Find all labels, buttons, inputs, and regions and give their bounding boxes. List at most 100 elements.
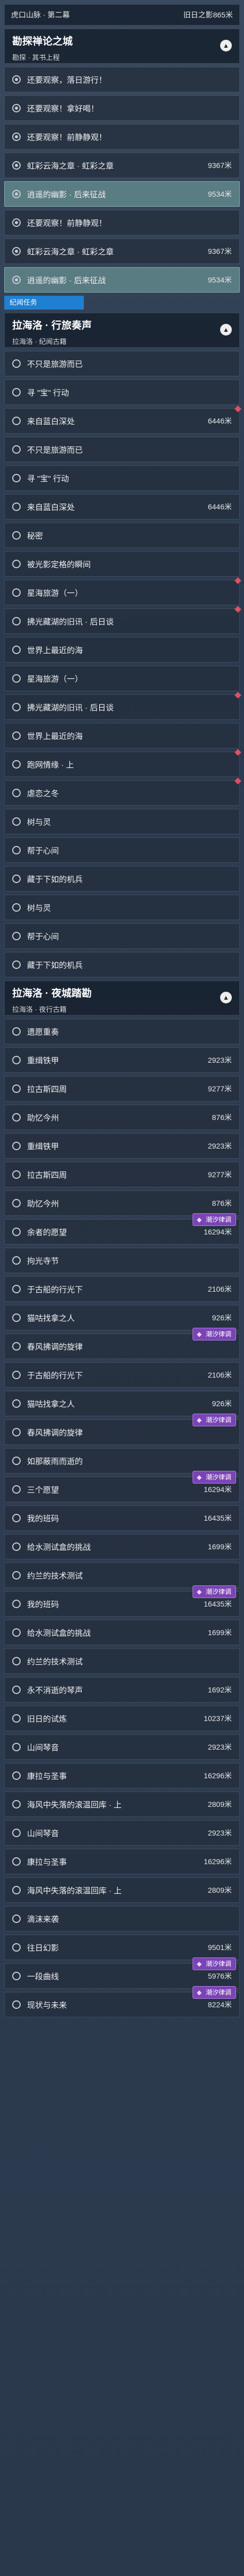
quest-row[interactable]: 于古船的行光下 2106米 [4,1276,240,1302]
quest-row[interactable]: 给水测试盒的挑战 1699米 [4,1620,240,1645]
quest-row[interactable]: 给水测试盒的挑战 1699米 [4,1534,240,1559]
quest-row[interactable]: 世界上最近的海 [4,637,240,663]
quest-name: 给水测试盒的挑战 [27,1628,91,1638]
quest-row[interactable]: 助忆今州 876米 [4,1190,240,1216]
collapse-toggle-icon[interactable]: ▲ [220,992,232,1003]
quest-name: 拘光寺节 [27,1256,59,1266]
quest-status-icon [12,190,21,198]
quest-name: 重缉铁甲 [27,1142,59,1151]
quest-row[interactable]: 拘光寺节 [4,1248,240,1273]
quest-row[interactable]: 约兰的技术测试 [4,1563,240,1588]
quest-row[interactable]: 助忆今州 876米 [4,1105,240,1130]
quest-status-icon [12,932,21,940]
quest-group-header-g2[interactable]: 拉海洛 · 行旅奏声 拉海洛 · 纪闻古籍 ▲ [4,313,240,348]
new-marker-icon [234,749,241,756]
quest-row[interactable]: 山间琴音 2923米 [4,1734,240,1760]
group-title: 拉海洛 · 行旅奏声 [12,320,92,331]
quest-distance: 9501米 [207,1943,232,1952]
quest-row[interactable]: 虐恋之冬 [4,778,241,806]
quest-row[interactable]: 拉古斯四周 9277米 [4,1076,240,1101]
quest-row[interactable]: 被光影定格的瞬间 [4,551,240,577]
quest-row[interactable]: 来自蓝白深处 6446米 [4,405,241,434]
quest-row[interactable]: 山间琴音 2923米 [4,1820,240,1846]
quest-row[interactable]: 往日幻影 9501米 [4,1935,240,1960]
quest-row[interactable]: 帮于心间 [4,923,240,949]
quest-row[interactable]: 虹彩云海之章 · 虹彩之章 9367米 [4,239,240,264]
quest-row[interactable]: 秘密 [4,523,240,548]
quest-row[interactable]: 约兰的技术测试 [4,1648,240,1674]
event-badge: 潮汐律调 [192,1328,236,1340]
quest-row[interactable]: 星海旅游（一） [4,577,241,605]
quest-row[interactable]: 康拉与圣事 16296米 [4,1849,240,1874]
quest-row[interactable]: 不只是旅游而已 [4,351,240,376]
quest-group-header-g1[interactable]: 勘探禅论之城 勘探 · 其书上程 ▲ [4,29,240,64]
quest-row[interactable]: 还要观察！拿好喝！ [4,95,240,121]
quest-row[interactable]: 永不消逝的琴声 1692米 [4,1677,240,1702]
quest-row[interactable]: 世界上最近的海 [4,723,240,748]
quest-status-icon [12,502,21,511]
quest-row[interactable]: 拂光藏湖的旧讯 · 后日谈 [4,606,241,634]
quest-row[interactable]: 春风拂调的旋律 潮汐律调 [4,1414,240,1445]
collapse-toggle-icon[interactable]: ▲ [220,324,232,336]
quest-row[interactable]: 于古船的行光下 2106米 [4,1362,240,1388]
quest-row[interactable]: 我的班码 16435米 潮汐律调 [4,1585,240,1617]
quest-status-icon [12,817,21,826]
quest-name: 不只是旅游而已 [27,359,83,369]
quest-row[interactable]: 一段曲线 5976米 潮汐律调 [4,1957,240,1989]
quest-row[interactable]: 逍遥的幽影 · 后来征战 9534米 [4,267,240,293]
quest-row[interactable]: 藏于下如的机兵 [4,952,240,977]
quest-row[interactable]: 我的班码 16435米 [4,1505,240,1531]
quest-row[interactable]: 遗愿重奏 [4,1019,240,1044]
quest-status-icon [12,1399,21,1408]
quest-row[interactable]: 猫咕找拿之人 926米 [4,1391,240,1416]
quest-row[interactable]: 春风拂调的旋律 潮汐律调 [4,1328,240,1359]
quest-row[interactable]: 三个愿望 16294米潮汐律调 [4,1471,240,1502]
quest-row[interactable]: 树与灵 [4,895,240,920]
quest-row[interactable]: 还要观察！前静静观！ [4,210,240,235]
quest-row[interactable]: 虹彩云海之章 · 虹彩之章 9367米 [4,153,240,178]
quest-row[interactable]: 重缉铁甲 2923米 [4,1047,240,1073]
quest-row[interactable]: 重缉铁甲 2923米 [4,1133,240,1159]
quest-row[interactable]: 旧日的试炼 10237米 [4,1706,240,1731]
quest-status-icon [12,1542,21,1551]
quest-name: 寻 "宝" 行动 [27,388,69,398]
quest-group-header-g3[interactable]: 拉海洛 · 夜城踏勘 拉海洛 · 夜行古籍 ▲ [4,981,240,1016]
region-strip[interactable]: 虎口山脉 · 第二幕 旧日之影 865米 [4,4,240,25]
quest-status-icon [12,960,21,969]
quest-row[interactable]: 跑网情缘 · 上 [4,749,241,777]
quest-row[interactable]: 海风中失落的滚温回库 · 上 2809米 [4,1792,240,1817]
quest-status-icon [12,1829,21,1837]
group-subtitle: 拉海洛 · 纪闻古籍 [12,338,67,346]
collapse-toggle-icon[interactable]: ▲ [220,40,232,51]
quest-row[interactable]: 还要观察！前静静观！ [4,124,240,149]
quest-row[interactable]: 逍遥的幽影 · 后来征战 9534米 [4,181,240,207]
quest-row[interactable]: 海风中失落的滚温回库 · 上 2809米 [4,1877,240,1903]
quest-row[interactable]: 现状与未来 8224米潮汐律调 [4,1986,240,2017]
quest-row[interactable]: 藏于下如的机兵 [4,866,240,892]
event-badge: 潮汐律调 [192,1414,236,1426]
quest-row[interactable]: 康拉与圣事 16296米 [4,1763,240,1788]
quest-row[interactable]: 余者的愿望 16294米 潮汐律调 [4,1213,240,1245]
quest-row[interactable]: 寻 "宝" 行动 [4,465,240,491]
quest-status-icon [12,1228,21,1236]
quest-row[interactable]: 寻 "宝" 行动 [4,380,240,405]
quest-row[interactable]: 如那蔽雨而逝的 [4,1448,240,1474]
quest-row[interactable]: 星海旅游（一） [4,666,240,691]
quest-row[interactable]: 滴沫来袭 [4,1906,240,1931]
group-title: 拉海洛 · 夜城踏勘 [12,988,92,999]
quest-row[interactable]: 还要观察，落日游行！ [4,67,240,92]
quest-row[interactable]: 猫咕找拿之人 926米 [4,1305,240,1330]
quest-name: 虹彩云海之章 · 虹彩之章 [27,161,114,171]
quest-row[interactable]: 来自蓝白深处 6446米 [4,494,240,519]
quest-status-icon [12,388,21,396]
quest-status-icon [12,1972,21,1980]
quest-row[interactable]: 帮于心间 [4,837,240,863]
quest-status-icon [12,1943,21,1952]
quest-name: 还要观察！拿好喝！ [27,104,99,113]
quest-row[interactable]: 拉古斯四周 9277米 [4,1162,240,1187]
quest-row[interactable]: 树与灵 [4,809,240,834]
quest-row[interactable]: 不只是旅游而已 [4,437,240,462]
quest-status-icon [12,1285,21,1293]
quest-row[interactable]: 拂光藏湖的旧讯 · 后日谈 [4,692,241,720]
quest-name: 我的班码 [27,1514,59,1523]
